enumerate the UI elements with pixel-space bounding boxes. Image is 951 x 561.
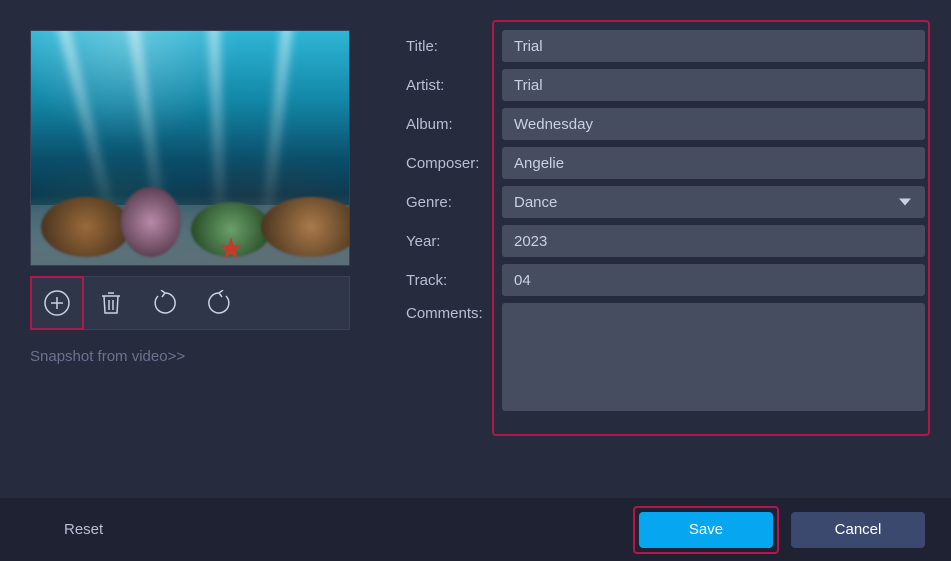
album-label: Album: <box>406 116 502 133</box>
chevron-down-icon <box>899 194 911 211</box>
genre-select[interactable]: Dance <box>502 186 925 218</box>
cancel-button[interactable]: Cancel <box>791 512 925 548</box>
comments-label: Comments: <box>406 303 502 322</box>
artist-input[interactable] <box>502 69 925 101</box>
rotate-left-button[interactable] <box>138 276 192 330</box>
delete-cover-button[interactable] <box>84 276 138 330</box>
plus-circle-icon <box>42 288 72 318</box>
redo-icon <box>206 290 232 316</box>
track-input[interactable] <box>502 264 925 296</box>
album-input[interactable] <box>502 108 925 140</box>
cover-toolbar <box>30 276 350 330</box>
composer-label: Composer: <box>406 155 502 172</box>
save-button[interactable]: Save <box>639 512 773 548</box>
year-input[interactable] <box>502 225 925 257</box>
rotate-right-button[interactable] <box>192 276 246 330</box>
reset-button[interactable]: Reset <box>64 521 103 538</box>
undo-icon <box>152 290 178 316</box>
year-label: Year: <box>406 233 502 250</box>
title-input[interactable] <box>502 30 925 62</box>
genre-value: Dance <box>514 194 557 211</box>
genre-label: Genre: <box>406 194 502 211</box>
trash-icon <box>100 291 122 315</box>
track-label: Track: <box>406 272 502 289</box>
snapshot-from-video-link[interactable]: Snapshot from video>> <box>30 348 185 365</box>
composer-input[interactable] <box>502 147 925 179</box>
add-cover-button[interactable] <box>30 276 84 330</box>
title-label: Title: <box>406 38 502 55</box>
comments-input[interactable] <box>502 303 925 411</box>
cover-art <box>30 30 350 266</box>
footer-bar: Reset Save Cancel <box>0 498 951 561</box>
save-highlight-box: Save <box>633 506 779 554</box>
artist-label: Artist: <box>406 77 502 94</box>
